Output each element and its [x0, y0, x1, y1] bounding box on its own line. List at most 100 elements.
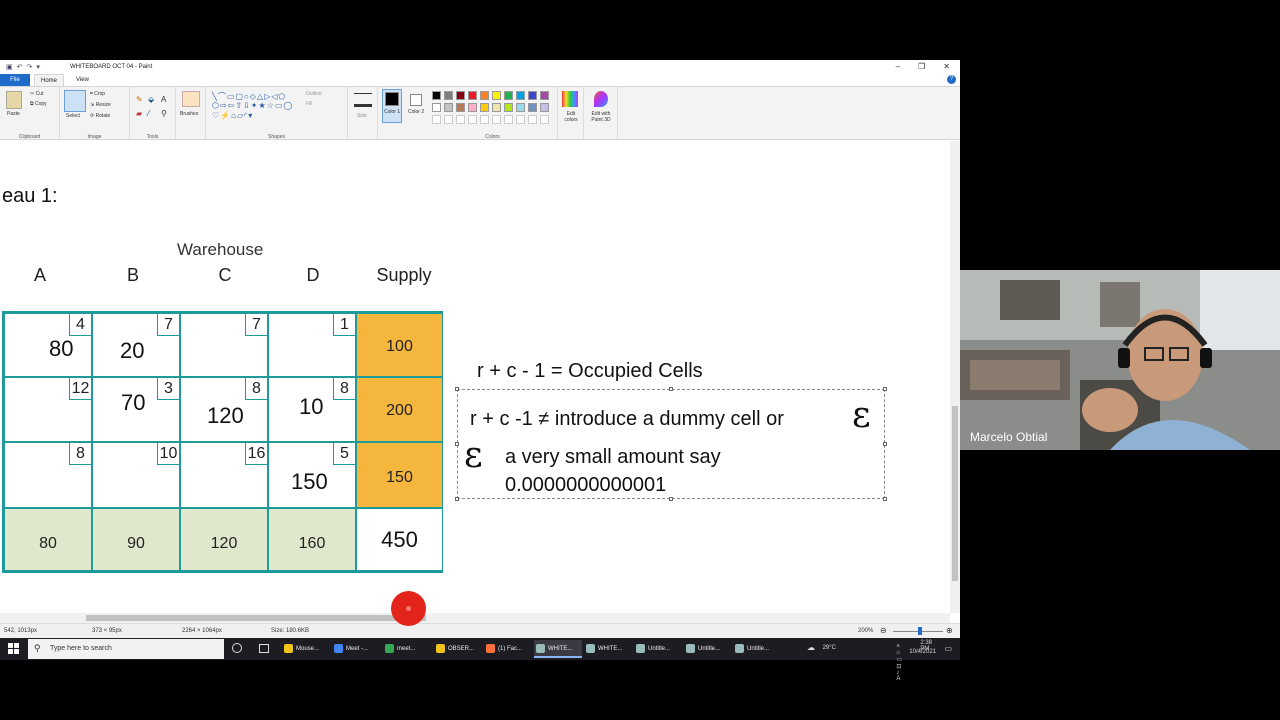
palette-swatch[interactable] — [456, 91, 465, 100]
palette-swatch[interactable] — [504, 103, 513, 112]
select-button[interactable]: Select — [66, 113, 80, 119]
palette-swatch[interactable] — [444, 103, 453, 112]
palette-swatch[interactable] — [456, 103, 465, 112]
palette-swatch[interactable] — [480, 91, 489, 100]
copy-button[interactable]: ⧉ Copy — [30, 101, 47, 107]
horizontal-scrollbar[interactable] — [0, 613, 950, 623]
cortana-icon[interactable] — [232, 643, 242, 653]
scroll-thumb[interactable] — [86, 615, 426, 621]
shapes-gallery-row2[interactable]: ⬡⇨⇦⇧⇩✦★☆▭◯ — [212, 101, 293, 110]
edit-colors-icon[interactable] — [562, 91, 578, 107]
resize-button[interactable]: ⇲ Resize — [90, 102, 111, 108]
close-icon[interactable]: ✕ — [943, 62, 950, 71]
resize-handle[interactable] — [883, 387, 887, 391]
undo-icon[interactable]: ↶ — [17, 63, 23, 71]
resize-handle[interactable] — [669, 387, 673, 391]
palette-swatch[interactable] — [528, 103, 537, 112]
size-button[interactable]: Size — [357, 113, 367, 119]
taskbar-app-button[interactable]: Mouse... — [282, 640, 330, 658]
resize-handle[interactable] — [455, 387, 459, 391]
tray-icons[interactable]: ˄ ⌂ ▭ ⊡ ♪ A — [896, 644, 904, 682]
taskbar-app-button[interactable]: Meet -... — [332, 640, 380, 658]
palette-swatch[interactable] — [540, 91, 549, 100]
palette-swatch[interactable] — [480, 103, 489, 112]
taskbar-app-button[interactable]: OBSER... — [434, 640, 482, 658]
paste-icon[interactable] — [6, 91, 22, 109]
fill-button[interactable]: Fill — [306, 101, 312, 107]
palette-swatch-empty[interactable] — [504, 115, 513, 124]
resize-handle[interactable] — [883, 497, 887, 501]
scroll-thumb[interactable] — [952, 406, 958, 581]
outline-button[interactable]: Outline — [306, 91, 322, 97]
eraser-icon[interactable]: ▰ — [136, 109, 142, 118]
chevron-down-icon[interactable]: ▾ — [36, 63, 40, 71]
palette-swatch[interactable] — [468, 103, 477, 112]
palette-swatch[interactable] — [516, 103, 525, 112]
palette-swatch[interactable] — [468, 91, 477, 100]
cut-button[interactable]: ✂ Cut — [30, 91, 43, 97]
resize-handle[interactable] — [455, 442, 459, 446]
palette-swatch-empty[interactable] — [480, 115, 489, 124]
taskbar-app-button[interactable]: Untitle... — [634, 640, 682, 658]
taskbar-app-button[interactable]: WHITE... — [534, 640, 582, 658]
palette-swatch[interactable] — [432, 91, 441, 100]
fill-icon[interactable]: ⬙ — [148, 95, 154, 104]
resize-handle[interactable] — [455, 497, 459, 501]
paint3d-icon[interactable] — [594, 91, 608, 107]
weather-temp[interactable]: 29°C — [823, 645, 836, 651]
taskbar-search-input[interactable]: ⚲ Type here to search — [28, 639, 224, 659]
brushes-button[interactable]: Brushes — [180, 111, 198, 117]
task-view-icon[interactable] — [259, 644, 269, 653]
maximize-icon[interactable]: ❐ — [918, 62, 925, 71]
tab-file[interactable]: File — [0, 74, 30, 86]
palette-swatch[interactable] — [444, 91, 453, 100]
palette-swatch[interactable] — [516, 91, 525, 100]
drawing-canvas[interactable]: eau 1: Warehouse A B C D Supply 4 80 7 2… — [0, 141, 950, 613]
magnifier-icon[interactable]: ⚲ — [161, 109, 167, 118]
tab-view[interactable]: View — [70, 74, 95, 86]
taskbar-app-button[interactable]: Untitle... — [733, 640, 781, 658]
zoom-slider-thumb[interactable] — [918, 627, 922, 635]
resize-handle[interactable] — [669, 497, 673, 501]
zoom-in-icon[interactable]: ⊕ — [946, 626, 953, 635]
redo-icon[interactable]: ↷ — [27, 63, 33, 71]
select-icon[interactable] — [64, 90, 86, 112]
palette-swatch[interactable] — [492, 91, 501, 100]
size-icon[interactable] — [354, 93, 372, 107]
palette-swatch[interactable] — [432, 103, 441, 112]
brush-icon[interactable] — [182, 91, 200, 107]
palette-swatch-empty[interactable] — [456, 115, 465, 124]
palette-swatch-empty[interactable] — [468, 115, 477, 124]
save-icon[interactable]: ▣ — [6, 63, 13, 71]
tab-home[interactable]: Home — [34, 74, 65, 86]
shapes-gallery-row3[interactable]: ♡⚡⌂▱◜▾ — [212, 111, 253, 120]
taskbar-app-button[interactable]: meet... — [383, 640, 431, 658]
color2-swatch[interactable] — [410, 94, 422, 106]
paste-button[interactable]: Paste — [7, 111, 20, 117]
palette-swatch-empty[interactable] — [528, 115, 537, 124]
resize-handle[interactable] — [883, 442, 887, 446]
help-icon[interactable]: ? — [947, 75, 956, 84]
text-icon[interactable]: A — [161, 95, 166, 104]
palette-swatch[interactable] — [504, 91, 513, 100]
palette-swatch-empty[interactable] — [540, 115, 549, 124]
notification-icon[interactable]: ▭ — [944, 644, 952, 653]
clock-date[interactable]: 10/4/2021 — [909, 649, 936, 655]
windows-start-icon[interactable] — [8, 643, 19, 654]
minimize-icon[interactable]: – — [896, 62, 900, 71]
palette-swatch[interactable] — [540, 103, 549, 112]
taskbar-app-button[interactable]: (1) Fac... — [484, 640, 532, 658]
pencil-icon[interactable]: ✎ — [136, 95, 143, 104]
crop-button[interactable]: ⌗ Crop — [90, 91, 105, 97]
zoom-out-icon[interactable]: ⊖ — [880, 626, 887, 635]
edit-colors-button[interactable]: Edit colors — [560, 111, 582, 123]
color-picker-icon[interactable]: ⁄ — [148, 109, 149, 118]
palette-swatch-empty[interactable] — [444, 115, 453, 124]
palette-swatch-empty[interactable] — [432, 115, 441, 124]
palette-swatch-empty[interactable] — [516, 115, 525, 124]
paint3d-button[interactable]: Edit with Paint 3D — [586, 111, 616, 123]
palette-swatch-empty[interactable] — [492, 115, 501, 124]
rotate-button[interactable]: ⟳ Rotate — [90, 113, 110, 119]
taskbar-app-button[interactable]: WHITE... — [584, 640, 632, 658]
taskbar-app-button[interactable]: Untitle... — [684, 640, 732, 658]
